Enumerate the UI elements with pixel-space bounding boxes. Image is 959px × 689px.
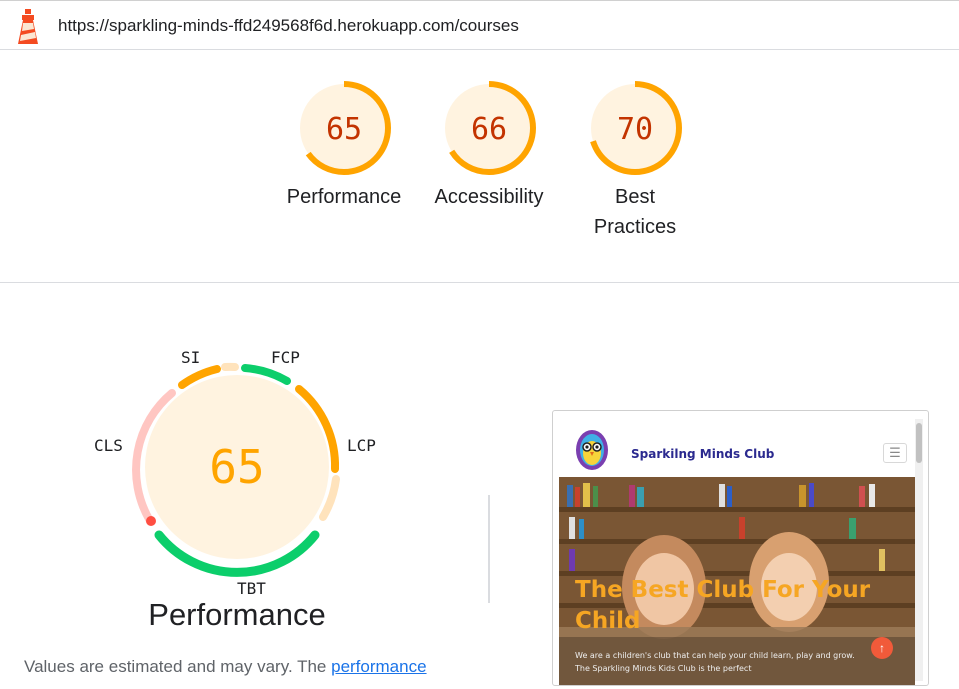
metric-label-fcp[interactable]: FCP	[271, 348, 300, 367]
final-screenshot[interactable]: Sparkilng Minds Club ☰ The Best Club For…	[552, 410, 929, 686]
gauge-label-line2: Practices	[593, 216, 677, 238]
performance-score: 65	[326, 112, 362, 147]
page-url[interactable]: https://sparkling-minds-ffd249568f6d.her…	[58, 16, 519, 36]
section-divider	[0, 282, 959, 283]
performance-link[interactable]: performance	[331, 657, 426, 676]
owl-logo-icon	[576, 430, 608, 470]
performance-large-score: 65	[209, 440, 264, 494]
metric-label-si[interactable]: SI	[181, 348, 200, 367]
lighthouse-icon	[18, 9, 38, 44]
performance-metrics-gauge: 65	[132, 362, 340, 577]
best-practices-score: 70	[617, 112, 653, 147]
hero-title: The Best Club For Your Child	[575, 577, 871, 634]
best-practices-gauge-ring: 70	[588, 81, 682, 175]
gauge-label-performance: Performance	[286, 186, 402, 208]
site-name: Sparkilng Minds Club	[631, 447, 775, 461]
vertical-separator	[488, 495, 490, 603]
report-header: https://sparkling-minds-ffd249568f6d.her…	[0, 0, 959, 50]
gauge-label-line1: Best	[614, 186, 656, 208]
gauge-accessibility[interactable]: 66 Accessibility	[424, 80, 554, 212]
accessibility-score: 66	[471, 112, 507, 147]
accessibility-gauge-ring: 66	[442, 81, 536, 175]
hero-text: We are a children's club that can help y…	[575, 651, 855, 673]
gauge-performance[interactable]: 65 Performance	[279, 80, 409, 212]
gauge-best-practices[interactable]: 70 Best Practices	[570, 80, 700, 242]
performance-gauge-ring: 65	[297, 81, 391, 175]
metric-label-lcp[interactable]: LCP	[347, 436, 376, 455]
arrow-up-icon[interactable]: ↑	[871, 637, 893, 659]
metric-label-cls[interactable]: CLS	[94, 436, 123, 455]
estimate-note: Values are estimated and may vary. The p…	[24, 657, 427, 677]
preview-scrollbar[interactable]	[915, 419, 923, 681]
gauge-label-accessibility: Accessibility	[434, 186, 544, 208]
estimate-note-text: Values are estimated and may vary. The	[24, 657, 332, 676]
hamburger-menu-icon[interactable]: ☰	[883, 443, 907, 463]
performance-title: Performance	[148, 597, 326, 632]
scrollbar-thumb[interactable]	[916, 423, 922, 463]
gauge-label-best-practices: Best Practices	[570, 182, 700, 242]
metric-label-tbt[interactable]: TBT	[237, 579, 266, 598]
cls-marker	[146, 516, 156, 526]
preview-hero: The Best Club For Your Child We are a ch…	[559, 477, 915, 685]
preview-header: Sparkilng Minds Club ☰	[559, 419, 915, 475]
